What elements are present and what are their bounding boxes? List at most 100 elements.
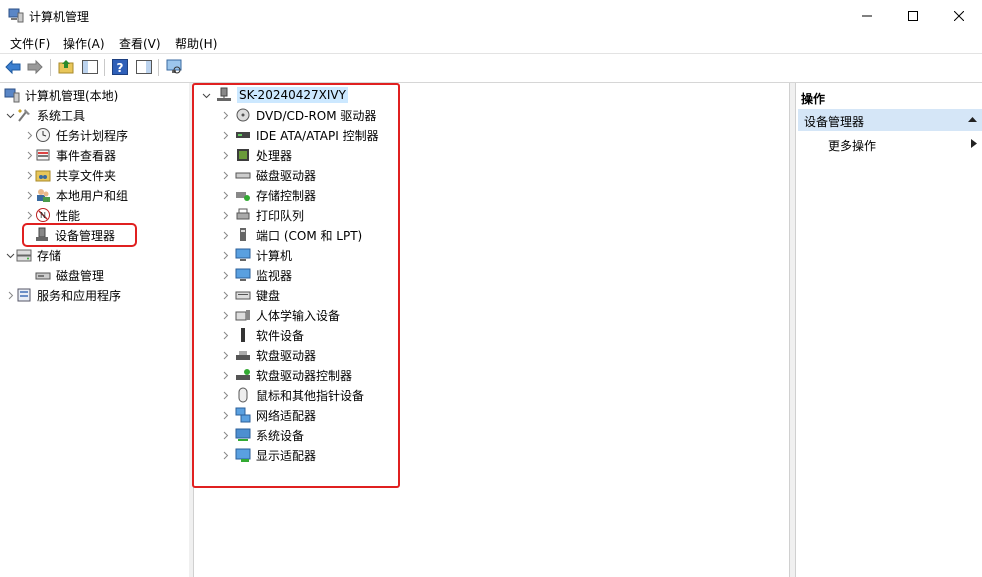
chevron-right-icon[interactable] [23, 125, 35, 145]
tree-item-device-manager[interactable]: 设备管理器 [22, 223, 137, 247]
forward-arrow-icon[interactable] [26, 58, 44, 76]
chevron-right-icon[interactable] [4, 285, 16, 305]
show-action-pane-icon[interactable] [135, 58, 153, 76]
tree-root-computer-management[interactable]: 计算机管理(本地) [4, 85, 118, 105]
disk-drive-icon [235, 172, 251, 179]
device-category[interactable]: 系统设备 [219, 425, 304, 445]
device-category-label: 软盘驱动器控制器 [256, 368, 353, 383]
device-category-label: 处理器 [256, 148, 293, 163]
close-icon [954, 10, 964, 21]
tree-item-storage[interactable]: 存储 [4, 245, 61, 265]
show-hide-tree-icon[interactable] [81, 58, 99, 76]
chevron-right-icon[interactable] [219, 185, 231, 205]
device-category[interactable]: 打印队列 [219, 205, 304, 225]
chevron-right-icon[interactable] [219, 165, 231, 185]
more-actions-item[interactable]: 更多操作 [798, 133, 982, 153]
shared-folder-icon [35, 170, 51, 182]
event-viewer-icon [36, 149, 50, 161]
menu-file[interactable]: 文件(F) [10, 35, 50, 52]
device-category[interactable]: 显示适配器 [219, 445, 316, 465]
tree-item-services-applications[interactable]: 服务和应用程序 [4, 285, 121, 305]
maximize-button[interactable] [890, 0, 936, 31]
collapse-up-icon[interactable] [968, 116, 977, 123]
chevron-right-icon[interactable] [23, 205, 35, 225]
tree-item-local-users-groups[interactable]: 本地用户和组 [23, 185, 128, 205]
chevron-right-icon[interactable] [219, 405, 231, 425]
device-category-label: 鼠标和其他指针设备 [256, 388, 365, 403]
chevron-right-icon[interactable] [219, 145, 231, 165]
ide-controller-icon [236, 132, 250, 138]
up-folder-icon[interactable] [57, 58, 75, 76]
tree-item-event-viewer[interactable]: 事件查看器 [23, 145, 116, 165]
chevron-right-icon[interactable] [219, 385, 231, 405]
close-button[interactable] [936, 0, 982, 31]
submenu-arrow-icon [971, 139, 977, 148]
device-category[interactable]: 监视器 [219, 265, 292, 285]
window-title: 计算机管理 [29, 10, 90, 24]
toolbar-separator [158, 59, 159, 76]
chevron-down-icon[interactable] [4, 105, 16, 125]
back-arrow-icon[interactable] [4, 58, 22, 76]
chevron-right-icon[interactable] [219, 345, 231, 365]
chevron-right-icon[interactable] [219, 305, 231, 325]
chevron-right-icon[interactable] [23, 145, 35, 165]
chevron-right-icon[interactable] [219, 245, 231, 265]
chevron-right-icon[interactable] [219, 325, 231, 345]
chevron-down-icon[interactable] [200, 85, 212, 105]
chevron-right-icon[interactable] [219, 285, 231, 305]
tree-label: 共享文件夹 [56, 168, 117, 183]
device-tree-root[interactable]: SK-20240427XIVY [200, 85, 348, 105]
svg-text:?: ? [117, 61, 124, 75]
chevron-right-icon[interactable] [219, 225, 231, 245]
keyboard-icon [235, 291, 251, 300]
tree-item-system-tools[interactable]: 系统工具 [4, 105, 85, 125]
chevron-right-icon[interactable] [219, 365, 231, 385]
chevron-right-icon[interactable] [23, 185, 35, 205]
storage-controller-icon [236, 192, 250, 201]
minimize-button[interactable] [844, 0, 890, 31]
device-category[interactable]: 软盘驱动器 [219, 345, 316, 365]
help-icon[interactable]: ? [111, 58, 129, 76]
tree-label: 任务计划程序 [56, 128, 129, 143]
menu-view[interactable]: 查看(V) [119, 35, 161, 52]
menu-help[interactable]: 帮助(H) [175, 35, 217, 52]
device-category[interactable]: IDE ATA/ATAPI 控制器 [219, 125, 379, 145]
chevron-right-icon[interactable] [219, 425, 231, 445]
monitor-scan-icon[interactable] [165, 58, 183, 76]
chevron-down-icon[interactable] [4, 245, 16, 265]
computer-management-icon [4, 88, 20, 103]
storage-icon [16, 249, 32, 262]
chevron-right-icon[interactable] [219, 445, 231, 465]
tree-item-performance[interactable]: N 性能 [23, 205, 80, 225]
device-category[interactable]: 存储控制器 [219, 185, 316, 205]
device-category[interactable]: 网络适配器 [219, 405, 316, 425]
device-category[interactable]: 处理器 [219, 145, 292, 165]
actions-group-device-manager[interactable]: 设备管理器 [798, 109, 982, 131]
tree-item-task-scheduler[interactable]: 任务计划程序 [23, 125, 128, 145]
device-category[interactable]: 软盘驱动器控制器 [219, 365, 352, 385]
tree-item-shared-folders[interactable]: 共享文件夹 [23, 165, 116, 185]
device-category[interactable]: 计算机 [219, 245, 292, 265]
device-category[interactable]: 软件设备 [219, 325, 304, 345]
device-category[interactable]: DVD/CD-ROM 驱动器 [219, 105, 376, 125]
device-category[interactable]: 键盘 [219, 285, 280, 305]
device-category-label: 软件设备 [256, 328, 305, 343]
menu-action[interactable]: 操作(A) [63, 35, 105, 52]
device-category[interactable]: 端口 (COM 和 LPT) [219, 225, 362, 245]
disk-management-icon [35, 272, 51, 280]
toolbar-separator [50, 59, 51, 76]
computer-name: SK-20240427XIVY [237, 87, 348, 103]
chevron-right-icon[interactable] [219, 105, 231, 125]
tree-label: 本地用户和组 [56, 188, 129, 203]
floppy-drive-icon [236, 351, 250, 360]
clock-icon [36, 128, 50, 142]
device-category[interactable]: 磁盘驱动器 [219, 165, 316, 185]
tree-item-disk-management[interactable]: 磁盘管理 [23, 265, 104, 285]
chevron-right-icon[interactable] [219, 125, 231, 145]
device-category[interactable]: 鼠标和其他指针设备 [219, 385, 364, 405]
chevron-right-icon[interactable] [219, 205, 231, 225]
actions-header: 操作 [796, 87, 982, 107]
chevron-right-icon[interactable] [219, 265, 231, 285]
chevron-right-icon[interactable] [23, 165, 35, 185]
device-category[interactable]: 人体学输入设备 [219, 305, 340, 325]
